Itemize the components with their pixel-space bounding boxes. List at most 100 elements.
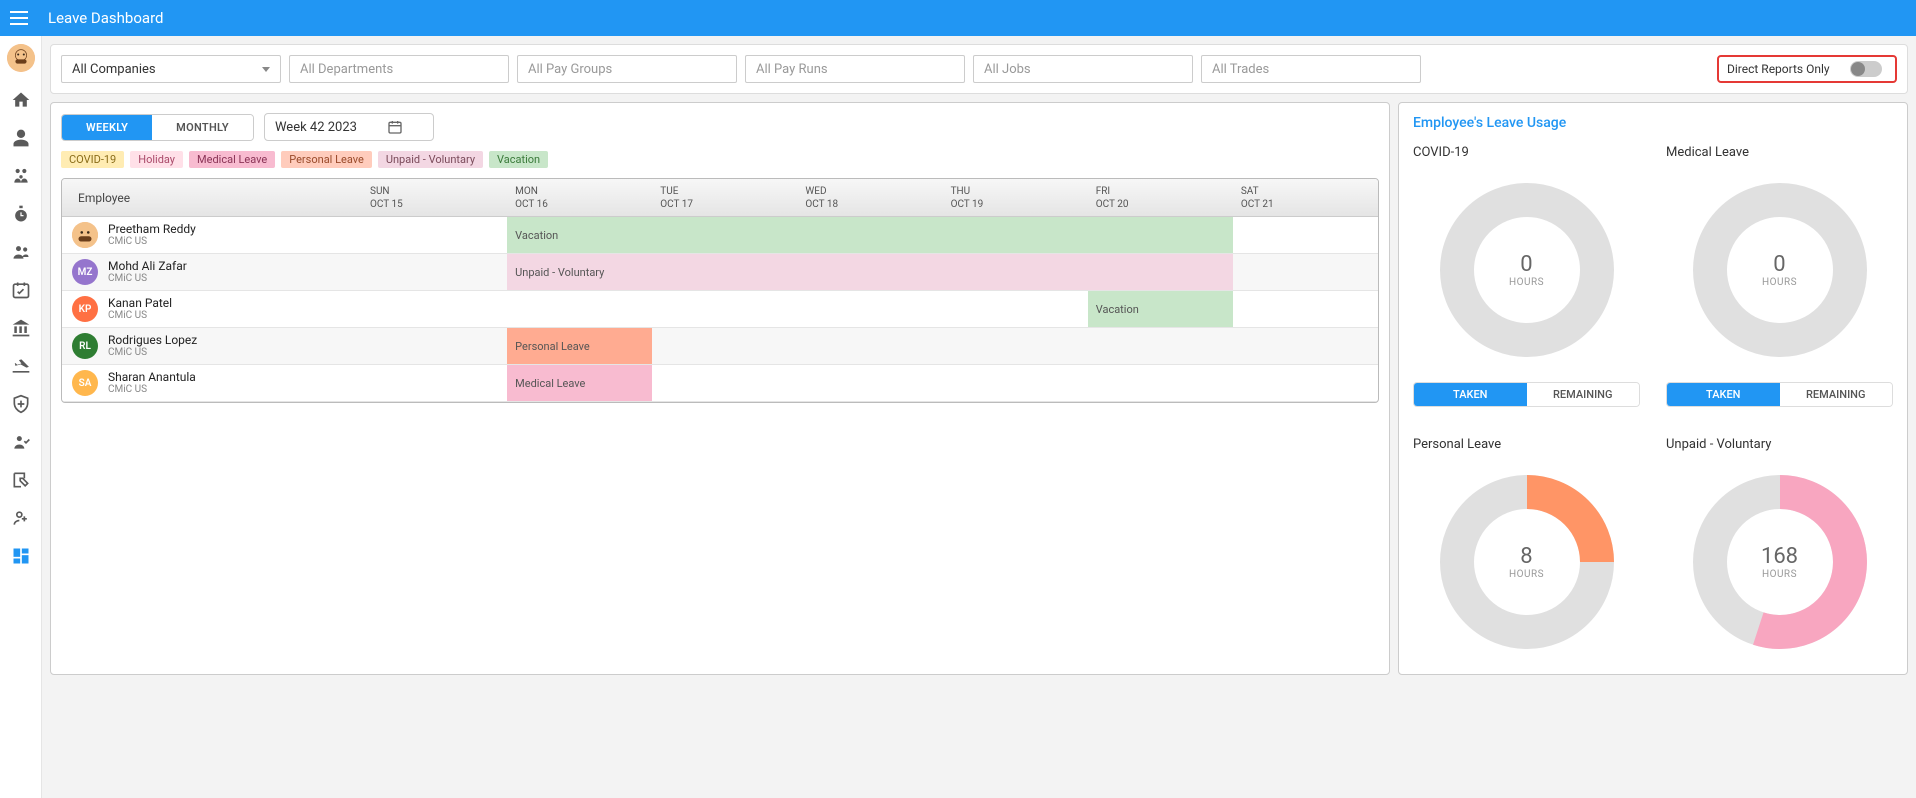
donut-units: HOURS	[1761, 569, 1798, 580]
remaining-tab[interactable]: REMAINING	[1780, 383, 1893, 406]
pay-runs-select[interactable]: All Pay Runs	[745, 55, 965, 83]
home-icon[interactable]	[11, 90, 31, 110]
calendar-check-icon[interactable]	[11, 280, 31, 300]
leave-bar[interactable]: Vacation	[507, 217, 1233, 253]
leave-bar[interactable]: Unpaid - Voluntary	[507, 254, 1233, 290]
employee-cell: Preetham ReddyCMiC US	[62, 217, 362, 253]
family-icon[interactable]	[11, 166, 31, 186]
employee-company: CMiC US	[108, 236, 196, 248]
day-cell	[362, 254, 507, 290]
edit-doc-icon[interactable]	[11, 470, 31, 490]
calendar-row: RL Rodrigues LopezCMiC US Personal Leave	[62, 328, 1378, 365]
dashboard-icon[interactable]	[11, 546, 31, 566]
day-cell	[1088, 328, 1233, 364]
employee-cell: RL Rodrigues LopezCMiC US	[62, 328, 362, 364]
usage-toggle: TAKEN REMAINING	[1413, 382, 1640, 407]
calendar-row: KPKanan PatelCMiC US Vacation	[62, 291, 1378, 328]
menu-icon[interactable]	[10, 6, 34, 30]
leave-bar[interactable]: Personal Leave	[507, 328, 652, 364]
paygroups-placeholder: All Pay Groups	[528, 62, 612, 77]
view-toggle: WEEKLY MONTHLY	[61, 114, 254, 141]
day-cell	[943, 291, 1088, 327]
calendar-row: MZMohd Ali ZafarCMiC US Unpaid - Voluntar…	[62, 254, 1378, 291]
day-header: MONOCT 16	[507, 179, 652, 216]
day-header: WEDOCT 18	[797, 179, 942, 216]
app-header: Leave Dashboard	[0, 0, 1916, 36]
employee-name: Rodrigues Lopez	[108, 333, 197, 347]
company-select[interactable]: All Companies	[61, 55, 281, 83]
caret-icon	[262, 67, 270, 72]
day-cell	[362, 365, 507, 401]
days-track: Personal Leave	[362, 328, 1378, 364]
day-header: SUNOCT 15	[362, 179, 507, 216]
profile-icon[interactable]	[11, 128, 31, 148]
usage-title: Employee's Leave Usage	[1413, 115, 1893, 131]
legend-vacation: Vacation	[489, 151, 548, 168]
row-avatar: SA	[72, 370, 98, 396]
usage-card-title: Personal Leave	[1413, 437, 1640, 452]
direct-reports-toggle-wrap: Direct Reports Only	[1717, 55, 1897, 83]
usage-toggle: TAKEN REMAINING	[1666, 382, 1893, 407]
leave-bar[interactable]: Vacation	[1088, 291, 1233, 327]
stopwatch-icon[interactable]	[11, 204, 31, 224]
day-header: THUOCT 19	[943, 179, 1088, 216]
weekly-tab[interactable]: WEEKLY	[62, 115, 152, 140]
shield-icon[interactable]	[11, 394, 31, 414]
usage-card: Personal Leave 8 HOURS	[1413, 437, 1640, 662]
legend-holiday: Holiday	[130, 151, 183, 168]
day-cell	[1233, 328, 1378, 364]
day-header: SATOCT 21	[1233, 179, 1378, 216]
day-cell	[797, 291, 942, 327]
departure-icon[interactable]	[11, 356, 31, 376]
usage-card-title: Unpaid - Voluntary	[1666, 437, 1893, 452]
taken-tab[interactable]: TAKEN	[1414, 383, 1527, 406]
calendar-row: SASharan AnantulaCMiC USMedical Leave	[62, 365, 1378, 402]
taken-tab[interactable]: TAKEN	[1667, 383, 1780, 406]
donut-value: 0	[1509, 252, 1544, 277]
employee-company: CMiC US	[108, 347, 197, 359]
bank-icon[interactable]	[11, 318, 31, 338]
employee-company: CMiC US	[108, 273, 187, 285]
user-check-icon[interactable]	[11, 432, 31, 452]
employee-cell: MZMohd Ali ZafarCMiC US	[62, 254, 362, 290]
leave-bar[interactable]: Medical Leave	[507, 365, 652, 401]
employee-name: Sharan Anantula	[108, 370, 196, 384]
remaining-tab[interactable]: REMAINING	[1527, 383, 1640, 406]
payruns-placeholder: All Pay Runs	[756, 62, 828, 77]
legend: COVID-19 Holiday Medical Leave Personal …	[61, 151, 1379, 168]
day-cell	[652, 365, 797, 401]
day-cell	[362, 291, 507, 327]
jobs-select[interactable]: All Jobs	[973, 55, 1193, 83]
legend-personal: Personal Leave	[281, 151, 372, 168]
departments-select[interactable]: All Departments	[289, 55, 509, 83]
employee-cell: KPKanan PatelCMiC US	[62, 291, 362, 327]
day-cell	[1233, 291, 1378, 327]
usage-card-title: Medical Leave	[1666, 145, 1893, 160]
employee-col-header: Employee	[62, 179, 362, 216]
day-cell	[652, 291, 797, 327]
filter-bar: All Companies All Departments All Pay Gr…	[50, 44, 1908, 94]
user-avatar[interactable]	[7, 44, 35, 72]
legend-covid: COVID-19	[61, 151, 124, 168]
day-cell	[1233, 254, 1378, 290]
week-picker[interactable]: Week 42 2023	[264, 113, 434, 141]
donut-chart: 168 HOURS	[1680, 462, 1880, 662]
calendar-row: Preetham ReddyCMiC US Vacation	[62, 217, 1378, 254]
day-cell	[362, 328, 507, 364]
trades-select[interactable]: All Trades	[1201, 55, 1421, 83]
add-user-icon[interactable]	[11, 508, 31, 528]
usage-card: COVID-19 0 HOURS TAKEN REMAINING	[1413, 145, 1640, 407]
monthly-tab[interactable]: MONTHLY	[152, 115, 253, 140]
pay-groups-select[interactable]: All Pay Groups	[517, 55, 737, 83]
usage-card: Medical Leave 0 HOURS TAKEN REMAINING	[1666, 145, 1893, 407]
row-avatar: RL	[72, 333, 98, 359]
direct-reports-label: Direct Reports Only	[1727, 62, 1830, 76]
left-sidebar	[0, 36, 42, 798]
employee-name: Mohd Ali Zafar	[108, 259, 187, 273]
people-icon[interactable]	[11, 242, 31, 262]
donut-units: HOURS	[1509, 569, 1544, 580]
direct-reports-toggle[interactable]	[1850, 61, 1882, 77]
view-controls: WEEKLY MONTHLY Week 42 2023	[61, 113, 1379, 141]
day-cell	[943, 328, 1088, 364]
calendar-panel: WEEKLY MONTHLY Week 42 2023 COVID-19 Hol…	[50, 102, 1390, 675]
